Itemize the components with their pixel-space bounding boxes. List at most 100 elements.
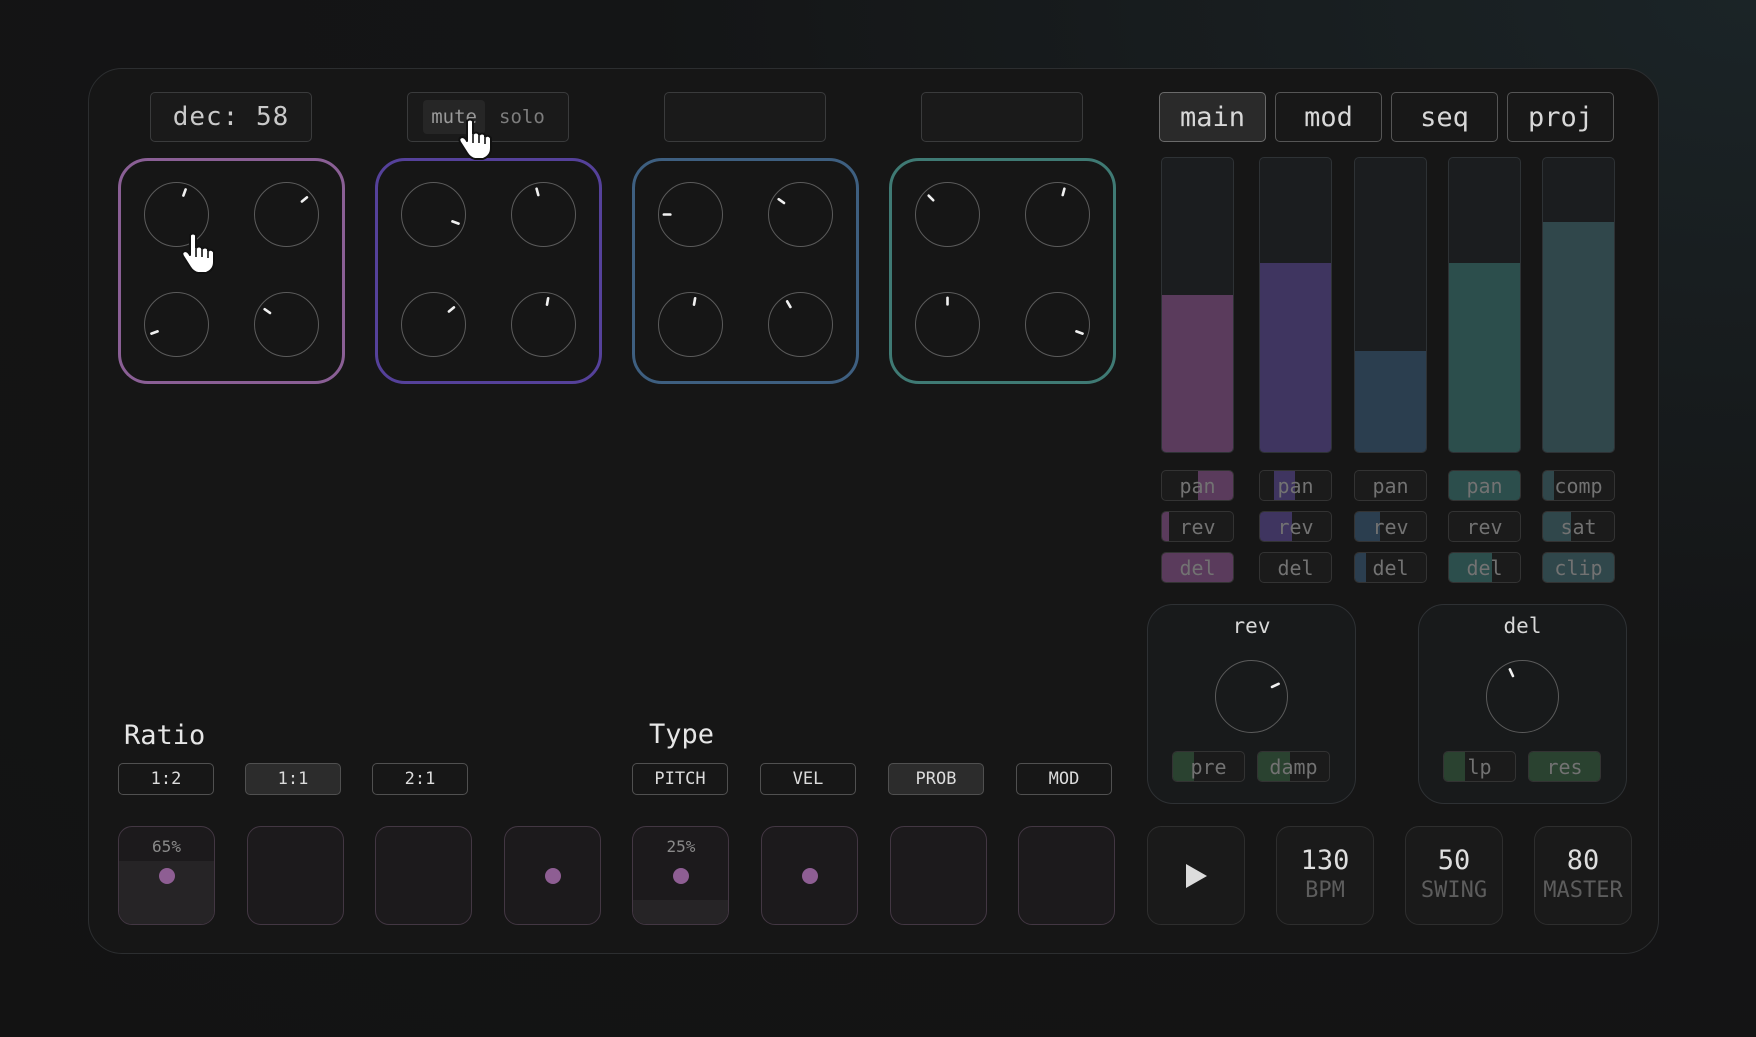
knob[interactable] bbox=[511, 182, 576, 247]
step-pad-7[interactable] bbox=[889, 826, 987, 925]
master-control[interactable]: 80 MASTER bbox=[1534, 826, 1632, 925]
fx-rev-knob[interactable] bbox=[1215, 660, 1288, 733]
fx-param-damp[interactable]: damp bbox=[1257, 751, 1330, 782]
knob-indicator bbox=[945, 296, 949, 306]
fader-level bbox=[1355, 351, 1426, 452]
step-pad-6[interactable] bbox=[761, 826, 858, 925]
channel-fader-5[interactable] bbox=[1542, 157, 1615, 453]
knob[interactable] bbox=[658, 182, 723, 247]
knob[interactable] bbox=[1025, 292, 1090, 357]
channel-fader-1[interactable] bbox=[1161, 157, 1234, 453]
type-option-prob[interactable]: PROB bbox=[888, 763, 984, 795]
step-active-dot bbox=[802, 868, 818, 884]
knob[interactable] bbox=[144, 292, 209, 357]
channel-fader-4[interactable] bbox=[1448, 157, 1521, 453]
tab-proj[interactable]: proj bbox=[1507, 92, 1614, 142]
type-option-vel[interactable]: VEL bbox=[760, 763, 856, 795]
fx-param-lp[interactable]: lp bbox=[1443, 751, 1516, 782]
knob[interactable] bbox=[254, 182, 319, 247]
tab-main[interactable]: main bbox=[1159, 92, 1266, 142]
step-pad-5[interactable]: 25% bbox=[632, 826, 730, 925]
send-del-ch4[interactable]: del bbox=[1448, 552, 1521, 583]
play-icon bbox=[1186, 863, 1207, 888]
step-pad-4[interactable] bbox=[503, 826, 601, 925]
fx-param-pre[interactable]: pre bbox=[1172, 751, 1245, 782]
knob-indicator bbox=[1508, 667, 1514, 677]
send-del-ch1[interactable]: del bbox=[1161, 552, 1234, 583]
channel-fader-2[interactable] bbox=[1259, 157, 1332, 453]
send-level bbox=[1162, 512, 1170, 541]
send-comp-ch5[interactable]: comp bbox=[1542, 470, 1615, 501]
fx-title: del bbox=[1503, 614, 1542, 638]
knob[interactable] bbox=[915, 182, 980, 247]
pad-value-label: 65% bbox=[152, 837, 181, 856]
knob[interactable] bbox=[768, 182, 833, 247]
knob[interactable] bbox=[401, 182, 466, 247]
send-pan-ch2[interactable]: pan bbox=[1259, 470, 1332, 501]
knob-indicator bbox=[545, 296, 549, 306]
send-level bbox=[1543, 471, 1554, 500]
step-pad-3[interactable] bbox=[375, 826, 473, 925]
step-pad-2[interactable] bbox=[246, 826, 344, 925]
ratio-option-1-1[interactable]: 1:1 bbox=[245, 763, 341, 795]
step-pad-8[interactable] bbox=[1018, 826, 1116, 925]
step-active-dot bbox=[159, 868, 175, 884]
fx-del-knob[interactable] bbox=[1486, 660, 1559, 733]
bpm-control[interactable]: 130 BPM bbox=[1276, 826, 1374, 925]
send-clip-ch5[interactable]: clip bbox=[1542, 552, 1615, 583]
knob[interactable] bbox=[254, 292, 319, 357]
type-option-pitch[interactable]: PITCH bbox=[632, 763, 728, 795]
value-readout: dec: 58 bbox=[172, 102, 290, 132]
send-label: pan bbox=[1277, 473, 1314, 498]
send-rev-ch4[interactable]: rev bbox=[1448, 511, 1521, 542]
send-label: comp bbox=[1554, 473, 1603, 498]
send-label: del bbox=[1277, 555, 1314, 580]
fader-level bbox=[1543, 221, 1614, 452]
send-label: pan bbox=[1372, 473, 1409, 498]
display-slot-4 bbox=[921, 92, 1083, 142]
knob[interactable] bbox=[1025, 182, 1090, 247]
solo-button[interactable]: solo bbox=[491, 100, 553, 134]
send-pan-ch1[interactable]: pan bbox=[1161, 470, 1234, 501]
send-rev-ch2[interactable]: rev bbox=[1259, 511, 1332, 542]
knob-indicator bbox=[776, 197, 785, 204]
send-label: rev bbox=[1179, 514, 1216, 539]
ratio-option-2-1[interactable]: 2:1 bbox=[372, 763, 468, 795]
knob[interactable] bbox=[511, 292, 576, 357]
knob-indicator bbox=[692, 296, 696, 306]
step-active-dot bbox=[544, 868, 561, 884]
tab-seq[interactable]: seq bbox=[1391, 92, 1498, 142]
knob-indicator bbox=[785, 299, 792, 308]
play-button[interactable] bbox=[1147, 826, 1245, 925]
ratio-option-1-2[interactable]: 1:2 bbox=[118, 763, 214, 795]
knob[interactable] bbox=[658, 292, 723, 357]
send-del-ch2[interactable]: del bbox=[1259, 552, 1332, 583]
fader-level bbox=[1260, 262, 1331, 452]
master-label: MASTER bbox=[1543, 877, 1623, 903]
type-option-mod[interactable]: MOD bbox=[1016, 763, 1112, 795]
step-active-dot bbox=[673, 868, 690, 884]
send-rev-ch3[interactable]: rev bbox=[1354, 511, 1427, 542]
tab-mod[interactable]: mod bbox=[1275, 92, 1382, 142]
knob[interactable] bbox=[915, 292, 980, 357]
knob-indicator bbox=[1074, 329, 1084, 335]
send-pan-ch4[interactable]: pan bbox=[1448, 470, 1521, 501]
send-rev-ch1[interactable]: rev bbox=[1161, 511, 1234, 542]
ratio-label: Ratio bbox=[124, 720, 206, 751]
type-label: Type bbox=[649, 719, 715, 750]
param-label: lp bbox=[1467, 754, 1492, 779]
send-del-ch3[interactable]: del bbox=[1354, 552, 1427, 583]
step-pad-1[interactable]: 65% bbox=[118, 826, 215, 925]
send-pan-ch3[interactable]: pan bbox=[1354, 470, 1427, 501]
fx-param-res[interactable]: res bbox=[1528, 751, 1601, 782]
knob[interactable] bbox=[401, 292, 466, 357]
knob[interactable] bbox=[768, 292, 833, 357]
send-sat-ch5[interactable]: sat bbox=[1542, 511, 1615, 542]
fader-level bbox=[1449, 262, 1520, 452]
send-label: pan bbox=[1466, 473, 1503, 498]
send-level bbox=[1355, 553, 1366, 582]
send-label: del bbox=[1179, 555, 1216, 580]
channel-fader-3[interactable] bbox=[1354, 157, 1427, 453]
swing-control[interactable]: 50 SWING bbox=[1405, 826, 1503, 925]
fader-level bbox=[1162, 295, 1233, 452]
